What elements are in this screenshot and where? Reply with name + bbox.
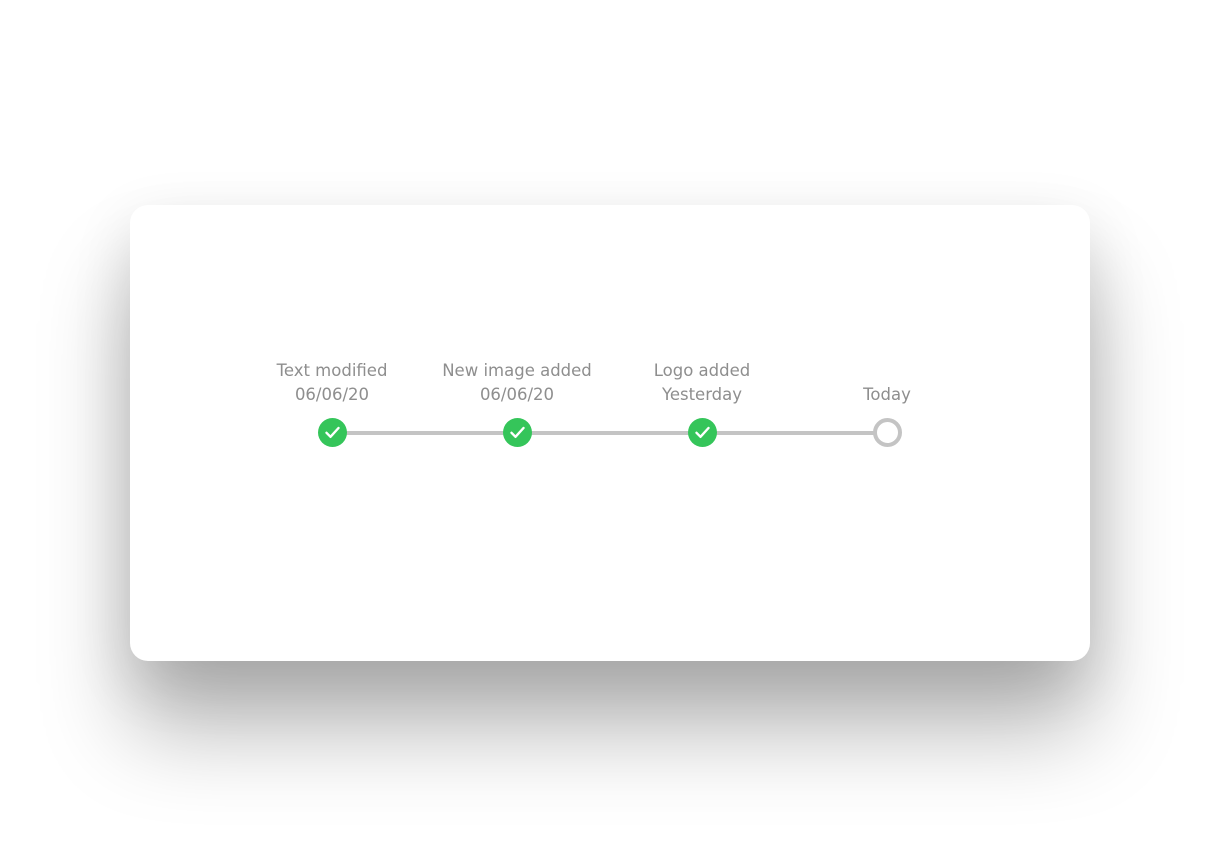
step-complete-marker (503, 418, 532, 447)
empty-circle-icon (873, 418, 902, 447)
check-icon (325, 426, 340, 438)
step-date: Yesterday (661, 385, 743, 404)
step-date: 06/06/20 (294, 385, 370, 404)
step-title: New image added (442, 361, 592, 380)
step-title: Text modified (276, 361, 388, 380)
timeline-step-today: Today (787, 205, 987, 661)
timeline-step-logo-added: Logo added Yesterday (602, 205, 802, 661)
step-title: Logo added (653, 361, 751, 380)
page: Text modified 06/06/20 New image added 0… (0, 0, 1220, 866)
timeline-step-new-image-added: New image added 06/06/20 (417, 205, 617, 661)
timeline-step-text-modified: Text modified 06/06/20 (232, 205, 432, 661)
check-icon (510, 426, 525, 438)
step-date: Today (863, 385, 911, 404)
progress-timeline: Text modified 06/06/20 New image added 0… (130, 205, 1090, 661)
check-icon (695, 426, 710, 438)
timeline-card: Text modified 06/06/20 New image added 0… (130, 205, 1090, 661)
step-complete-marker (318, 418, 347, 447)
step-date: 06/06/20 (479, 385, 555, 404)
step-complete-marker (688, 418, 717, 447)
